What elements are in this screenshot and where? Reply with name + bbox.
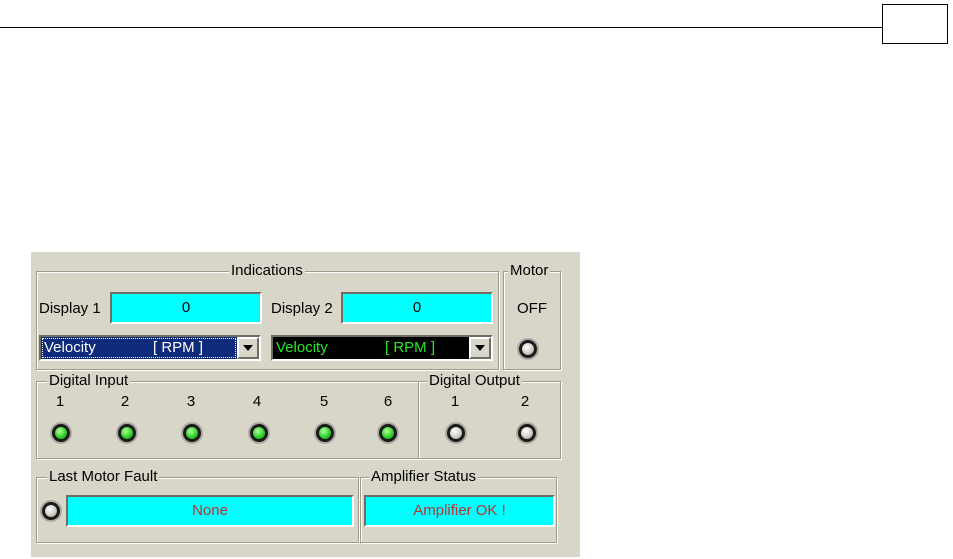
amplifier-status-title: Amplifier Status <box>369 468 479 486</box>
display1-select[interactable]: Velocity [ RPM ] <box>39 335 261 361</box>
display2-value: 0 <box>341 292 493 324</box>
display2-select-text: Velocity <box>276 339 328 356</box>
page-number-box <box>882 4 948 44</box>
digital-input-title: Digital Input <box>47 372 131 390</box>
digital-input-led <box>248 422 270 444</box>
display1-dropdown-button[interactable] <box>237 337 259 359</box>
motor-status-led <box>517 338 539 360</box>
fault-status-led <box>40 500 62 522</box>
digital-output-label: 1 <box>450 393 460 410</box>
display1-select-text: Velocity <box>41 337 237 359</box>
display2-dropdown-button[interactable] <box>469 337 491 359</box>
digital-input-label: 6 <box>383 393 393 410</box>
digital-input-label: 5 <box>319 393 329 410</box>
amplifier-status-value: Amplifier OK ! <box>364 495 555 527</box>
display2-label: Display 2 <box>271 300 333 317</box>
digital-input-led <box>116 422 138 444</box>
digital-input-label: 1 <box>55 393 65 410</box>
digital-output-title: Digital Output <box>427 372 522 390</box>
digital-input-led <box>50 422 72 444</box>
last-motor-fault-value: None <box>66 495 354 527</box>
indications-title: Indications <box>229 262 305 280</box>
digital-input-led <box>377 422 399 444</box>
digital-output-group: Digital Output <box>418 372 561 459</box>
header-rule <box>0 27 882 28</box>
chevron-down-icon <box>475 345 485 351</box>
amplifier-monitor-panel: Indications Display 1 0 Display 2 0 Velo… <box>31 252 580 557</box>
digital-output-led <box>445 422 467 444</box>
display2-select[interactable]: Velocity [ RPM ] <box>271 335 493 361</box>
motor-state: OFF <box>517 300 547 317</box>
digital-input-group: Digital Input <box>36 372 419 459</box>
display1-label: Display 1 <box>39 300 101 317</box>
digital-input-label: 4 <box>252 393 262 410</box>
digital-input-led <box>314 422 336 444</box>
digital-input-label: 2 <box>120 393 130 410</box>
last-motor-fault-title: Last Motor Fault <box>47 468 160 486</box>
digital-input-led <box>181 422 203 444</box>
digital-output-label: 2 <box>520 393 530 410</box>
chevron-down-icon <box>243 345 253 351</box>
display2-select-unit: [ RPM ] <box>385 339 436 356</box>
motor-title: Motor <box>508 262 551 280</box>
digital-output-led <box>516 422 538 444</box>
digital-input-label: 3 <box>186 393 196 410</box>
display1-value: 0 <box>110 292 262 324</box>
display1-select-unit: [ RPM ] <box>153 339 204 356</box>
